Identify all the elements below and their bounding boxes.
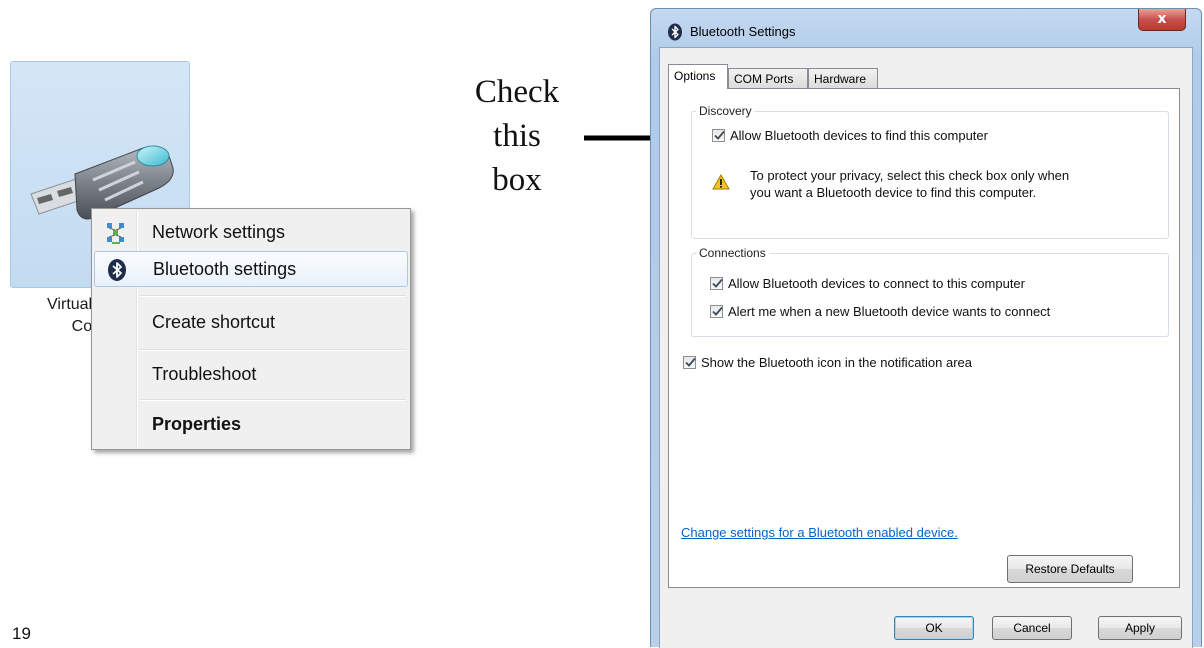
menu-separator xyxy=(140,349,406,351)
bluetooth-settings-dialog: Bluetooth Settings x Options COM Ports H… xyxy=(650,8,1202,648)
bluetooth-icon xyxy=(108,259,126,281)
menu-separator xyxy=(140,295,406,297)
alert-new-checkbox[interactable] xyxy=(710,305,723,318)
annotation-text: Check this box xyxy=(462,70,572,202)
tab-label: COM Ports xyxy=(734,72,794,86)
page-number: 19 xyxy=(12,624,31,643)
allow-connect-label: Allow Bluetooth devices to connect to th… xyxy=(728,276,1025,291)
menu-item-label: Properties xyxy=(152,414,242,434)
device-label: Virtual I Con xyxy=(21,294,101,338)
device-label-line2: Con xyxy=(71,318,101,335)
discovery-group-title: Discovery xyxy=(696,104,755,118)
menu-item-troubleshoot[interactable]: Troubleshoot xyxy=(94,357,408,393)
menu-item-label: Network settings xyxy=(152,222,286,242)
menu-item-bluetooth-settings[interactable]: Bluetooth settings xyxy=(94,251,408,287)
discovery-group: Discovery Allow Bluetooth devices to fin… xyxy=(691,104,1169,239)
connections-group-title: Connections xyxy=(696,246,769,260)
annotation-line2: this xyxy=(493,118,541,154)
options-panel: Discovery Allow Bluetooth devices to fin… xyxy=(668,88,1180,588)
restore-defaults-button[interactable]: Restore Defaults xyxy=(1007,555,1133,583)
dialog-title: Bluetooth Settings xyxy=(690,24,796,39)
show-icon-checkbox[interactable] xyxy=(683,356,696,369)
tab-com-ports[interactable]: COM Ports xyxy=(728,68,808,88)
menu-item-label: Bluetooth settings xyxy=(153,259,297,279)
change-settings-link[interactable]: Change settings for a Bluetooth enabled … xyxy=(681,525,958,540)
menu-item-label: Troubleshoot xyxy=(152,364,257,384)
menu-item-label: Create shortcut xyxy=(152,312,276,332)
allow-connect-checkbox-row[interactable]: Allow Bluetooth devices to connect to th… xyxy=(710,276,1150,294)
network-icon xyxy=(107,223,124,244)
dialog-titlebar[interactable]: Bluetooth Settings x xyxy=(651,9,1201,49)
show-icon-checkbox-row[interactable]: Show the Bluetooth icon in the notificat… xyxy=(683,355,1123,373)
show-icon-label: Show the Bluetooth icon in the notificat… xyxy=(701,355,973,370)
connections-group: Connections Allow Bluetooth devices to c… xyxy=(691,246,1169,337)
close-button[interactable]: x xyxy=(1138,9,1186,31)
checkmark-icon xyxy=(714,130,725,140)
alert-new-checkbox-row[interactable]: Alert me when a new Bluetooth device wan… xyxy=(710,304,1150,322)
privacy-warning-line1: To protect your privacy, select this che… xyxy=(750,168,1070,183)
privacy-warning-line2: you want a Bluetooth device to find this… xyxy=(750,185,1037,200)
allow-find-label: Allow Bluetooth devices to find this com… xyxy=(730,128,988,143)
allow-find-checkbox-row[interactable]: Allow Bluetooth devices to find this com… xyxy=(712,128,1152,146)
bluetooth-icon xyxy=(668,23,682,41)
tab-label: Hardware xyxy=(814,72,867,86)
close-icon: x xyxy=(1157,11,1167,27)
ok-button[interactable]: OK xyxy=(894,616,974,640)
apply-button[interactable]: Apply xyxy=(1098,616,1182,640)
tab-options[interactable]: Options xyxy=(668,64,728,89)
checkmark-icon xyxy=(712,278,723,288)
menu-item-network-settings[interactable]: Network settings xyxy=(94,215,408,251)
tab-hardware[interactable]: Hardware xyxy=(808,68,878,88)
annotation-line1: Check xyxy=(474,74,560,110)
checkmark-icon xyxy=(712,306,723,316)
device-label-line1: Virtual I xyxy=(47,296,101,313)
menu-separator xyxy=(140,399,406,401)
annotation-line3: box xyxy=(492,162,542,198)
allow-find-checkbox[interactable] xyxy=(712,129,725,142)
cancel-button[interactable]: Cancel xyxy=(992,616,1072,640)
tab-label: Options xyxy=(674,69,716,83)
alert-new-label: Alert me when a new Bluetooth device wan… xyxy=(728,304,1051,319)
menu-item-create-shortcut[interactable]: Create shortcut xyxy=(94,305,408,341)
checkmark-icon xyxy=(685,357,696,367)
menu-item-properties[interactable]: Properties xyxy=(94,407,408,443)
privacy-warning-text: To protect your privacy, select this che… xyxy=(750,167,1130,201)
context-menu: Network settings Bluetooth settings Crea… xyxy=(91,208,411,450)
dialog-client-area: Options COM Ports Hardware Discovery All… xyxy=(659,47,1193,648)
warning-icon xyxy=(712,174,730,190)
allow-connect-checkbox[interactable] xyxy=(710,277,723,290)
